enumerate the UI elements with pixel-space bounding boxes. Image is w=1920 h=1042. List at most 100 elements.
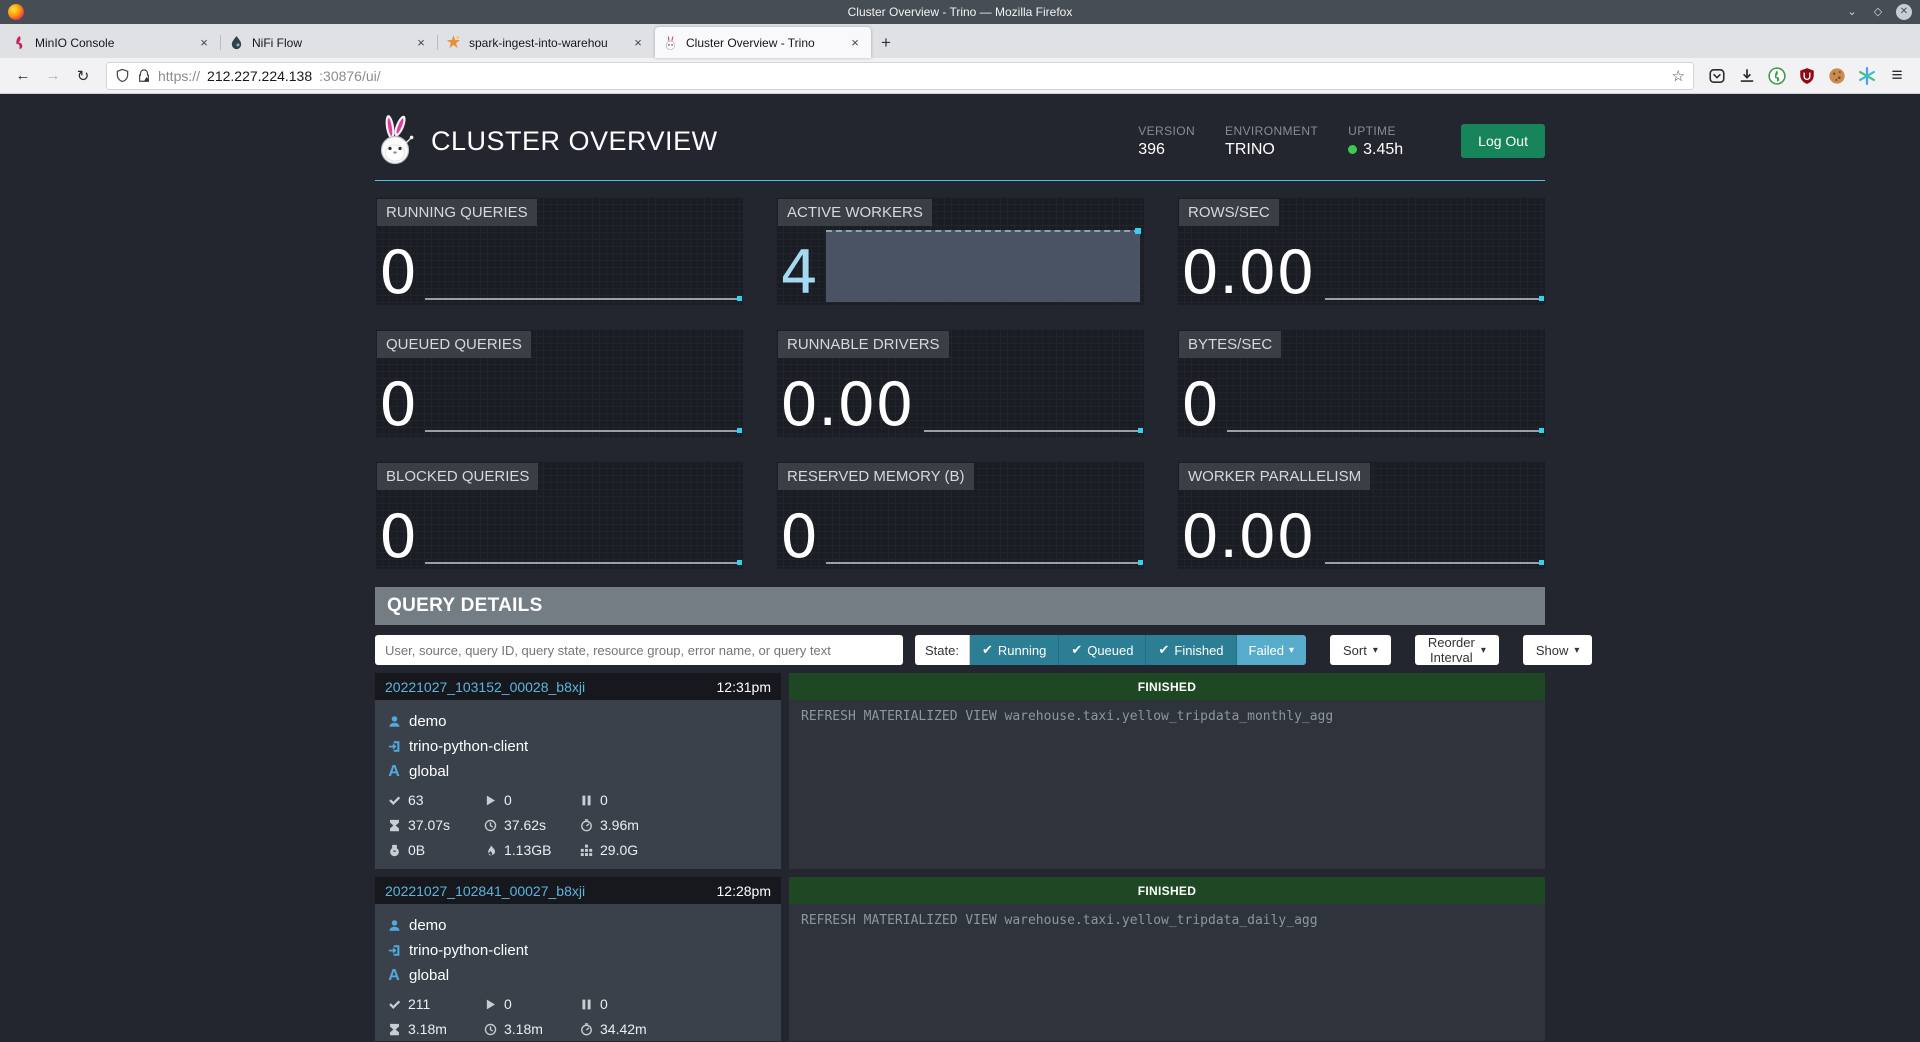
multi-account-extension-icon[interactable] [1858, 67, 1876, 85]
trino-page: CLUSTER OVERVIEW VERSION 396 ENVIRONMENT… [0, 94, 1920, 1041]
url-bar[interactable]: https://212.227.224.138:30876/ui/ ☆ [106, 62, 1694, 90]
show-dropdown[interactable]: Show▾ [1523, 635, 1593, 665]
tab-label: spark-ingest-into-warehou [469, 36, 622, 50]
back-button[interactable]: ← [10, 63, 36, 89]
play-icon [483, 793, 497, 807]
close-window-icon[interactable]: ✕ [1896, 4, 1912, 20]
sparkline [924, 430, 1140, 432]
stat-label: RESERVED MEMORY (B) [778, 463, 974, 490]
menu-icon[interactable]: ≡ [1888, 67, 1906, 85]
queued-splits: 0 [600, 996, 608, 1012]
uptime-meta: UPTIME 3.45h [1348, 124, 1403, 159]
version-value: 396 [1138, 141, 1195, 159]
tab-label: MinIO Console [35, 36, 188, 50]
stat-active-workers: ACTIVE WORKERS 4 [776, 197, 1144, 305]
tab-close-icon[interactable]: × [630, 35, 646, 50]
logout-button[interactable]: Log Out [1461, 124, 1545, 158]
stat-label: ROWS/SEC [1179, 199, 1279, 226]
wall-time: 3.18m [408, 1021, 447, 1037]
running-splits: 0 [504, 996, 512, 1012]
query-status-badge: FINISHED [789, 673, 1545, 700]
filter-finished-button[interactable]: ✔Finished [1146, 635, 1236, 665]
bookmark-star-icon[interactable]: ☆ [1672, 67, 1685, 85]
query-source: trino-python-client [409, 942, 528, 959]
stat-value: 0 [379, 374, 417, 437]
tab-close-icon[interactable]: × [413, 35, 429, 50]
tab-cluster-overview[interactable]: Cluster Overview - Trino × [655, 27, 871, 58]
query-time: 12:31pm [717, 679, 771, 695]
stat-blocked-queries: BLOCKED QUERIES 0 [375, 461, 743, 569]
completed-splits: 63 [408, 792, 424, 808]
stat-reserved-memory: RESERVED MEMORY (B) 0 [776, 461, 1144, 569]
sparkline [425, 562, 739, 564]
query-resource-group: global [409, 763, 449, 780]
state-filter-group: State: ✔Running ✔Queued ✔Finished Failed… [915, 635, 1306, 665]
query-text-preview[interactable]: REFRESH MATERIALIZED VIEW warehouse.taxi… [789, 904, 1545, 1041]
tab-label: Cluster Overview - Trino [686, 36, 839, 50]
chevron-down-icon: ▾ [1574, 645, 1579, 656]
query-user: demo [409, 713, 447, 730]
stat-label: BLOCKED QUERIES [377, 463, 538, 490]
check-icon: ✔ [1071, 642, 1082, 658]
sort-dropdown[interactable]: Sort▾ [1330, 635, 1391, 665]
state-filter-label: State: [915, 635, 970, 665]
stat-label: RUNNING QUERIES [377, 199, 537, 226]
ublock-icon[interactable] [1798, 67, 1816, 85]
stat-value: 0.00 [780, 374, 914, 437]
sparkline-dot [1138, 560, 1143, 565]
privacy-extension-icon[interactable] [1768, 67, 1786, 85]
downloads-icon[interactable] [1738, 67, 1756, 85]
lock-warning-icon [137, 69, 151, 83]
query-search-input[interactable] [375, 635, 903, 665]
uptime-status-dot [1348, 145, 1357, 154]
sparkline-dot [737, 296, 742, 301]
elapsed-time: 37.62s [504, 817, 546, 833]
forward-button[interactable]: → [40, 63, 66, 89]
cumulative-memory: 29.0G [600, 842, 638, 858]
tab-nifi-flow[interactable]: NiFi Flow × [221, 27, 437, 58]
minimize-window-icon[interactable]: ⌄ [1844, 4, 1860, 20]
url-scheme: https:// [158, 68, 200, 84]
browser-toolbar: ← → ↻ https://212.227.224.138:30876/ui/ … [0, 58, 1920, 94]
chevron-down-icon: ▾ [1481, 645, 1486, 656]
pocket-icon[interactable] [1708, 67, 1726, 85]
url-host: 212.227.224.138 [207, 68, 312, 84]
stat-value: 0 [780, 506, 818, 569]
environment-meta: ENVIRONMENT TRINO [1225, 124, 1318, 159]
tab-close-icon[interactable]: × [196, 35, 212, 50]
stat-label: WORKER PARALLELISM [1179, 463, 1370, 490]
pause-icon [579, 997, 593, 1011]
user-icon [387, 919, 401, 933]
query-text-preview[interactable]: REFRESH MATERIALIZED VIEW warehouse.taxi… [789, 700, 1545, 869]
sparkline-dot [1539, 428, 1544, 433]
cpu-gauge-icon [579, 1022, 593, 1036]
query-id-link[interactable]: 20221027_102841_00027_b8xji [385, 883, 585, 899]
tab-spark-notebook[interactable]: spark-ingest-into-warehou × [438, 27, 654, 58]
environment-value: TRINO [1225, 141, 1318, 159]
filter-queued-button[interactable]: ✔Queued [1059, 635, 1146, 665]
tab-minio-console[interactable]: MinIO Console × [4, 27, 220, 58]
tab-close-icon[interactable]: × [847, 35, 863, 50]
sparkline [425, 298, 739, 300]
maximize-window-icon[interactable]: ◇ [1870, 4, 1886, 20]
check-icon: ✔ [1158, 642, 1169, 658]
cookie-extension-icon[interactable] [1828, 67, 1846, 85]
query-resource-group: global [409, 967, 449, 984]
query-status-badge: FINISHED [789, 877, 1545, 904]
reorder-interval-dropdown[interactable]: Reorder Interval▾ [1415, 635, 1499, 665]
query-id-link[interactable]: 20221027_103152_00028_b8xji [385, 679, 585, 695]
query-time: 12:28pm [717, 883, 771, 899]
new-tab-button[interactable]: + [872, 27, 900, 58]
tracking-shield-icon [115, 68, 130, 83]
reload-button[interactable]: ↻ [70, 63, 96, 89]
sparkline-dot [1539, 560, 1544, 565]
filter-running-button[interactable]: ✔Running [970, 635, 1059, 665]
tab-bar: MinIO Console × NiFi Flow × spark-ingest… [0, 24, 1920, 58]
hourglass-icon [387, 1022, 401, 1036]
stat-value: 0 [379, 506, 417, 569]
stat-label: QUEUED QUERIES [377, 331, 531, 358]
resource-group-icon: A [387, 969, 401, 983]
filter-failed-dropdown[interactable]: Failed▾ [1237, 635, 1306, 665]
wall-time: 37.07s [408, 817, 450, 833]
stat-value: 0 [1181, 374, 1219, 437]
